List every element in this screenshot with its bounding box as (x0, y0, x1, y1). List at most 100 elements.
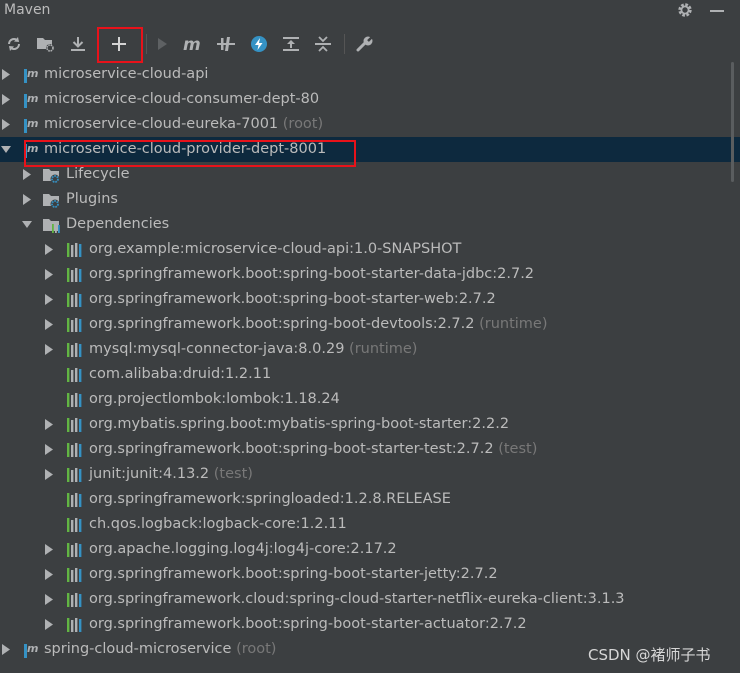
dependency-row[interactable]: ch.qos.logback:logback-core:1.2.11 (0, 512, 740, 537)
item-name: org.springframework.boot:spring-boot-sta… (89, 266, 535, 282)
gear-icon[interactable] (676, 1, 694, 19)
dependency-row[interactable]: org.example:microservice-cloud-api:1.0-S… (0, 237, 740, 262)
dependency-row[interactable]: org.mybatis.spring.boot:mybatis-spring-b… (0, 412, 740, 437)
library-icon (67, 443, 82, 457)
tree-item-label: org.apache.logging.log4j:log4j-core:2.17… (89, 537, 397, 562)
chevron-right-icon[interactable] (44, 319, 54, 330)
scope-label: (root) (236, 641, 277, 657)
chevron-right-icon[interactable] (44, 544, 54, 555)
tree-item-label: org.springframework.boot:spring-boot-sta… (89, 262, 534, 287)
svg-text:m: m (183, 35, 201, 53)
library-icon (67, 318, 82, 332)
library-icon (67, 468, 82, 482)
item-name: org.springframework.boot:spring-boot-sta… (89, 291, 496, 307)
chevron-right-icon[interactable] (44, 619, 54, 630)
dependency-row[interactable]: mysql:mysql-connector-java:8.0.29 (runti… (0, 337, 740, 362)
dependency-row[interactable]: org.springframework.boot:spring-boot-sta… (0, 612, 740, 637)
chevron-right-icon[interactable] (22, 194, 32, 205)
tree-item-label: org.springframework.boot:spring-boot-sta… (89, 287, 496, 312)
show-dependencies-button[interactable] (279, 32, 303, 56)
chevron-right-icon[interactable] (44, 344, 54, 355)
chevron-right-icon[interactable] (1, 644, 11, 655)
folder-row-lifecycle[interactable]: Lifecycle (0, 162, 740, 187)
toggle-offline-button[interactable] (214, 32, 238, 56)
library-icon (67, 618, 82, 632)
tree-item-label: org.example:microservice-cloud-api:1.0-S… (89, 237, 461, 262)
tree-item-label: spring-cloud-microservice (root) (44, 637, 276, 662)
dependency-row[interactable]: org.springframework.boot:spring-boot-sta… (0, 262, 740, 287)
chevron-right-icon[interactable] (44, 419, 54, 430)
maven-settings-button[interactable] (353, 32, 377, 56)
item-name: microservice-cloud-api (44, 66, 209, 82)
maven-module-icon: m (24, 117, 38, 133)
project-row[interactable]: m microservice-cloud-api (0, 62, 740, 87)
project-row[interactable]: m microservice-cloud-provider-dept-8001 (0, 137, 740, 162)
vertical-scrollbar[interactable] (731, 62, 734, 182)
tree-item-label: org.springframework.cloud:spring-cloud-s… (89, 587, 625, 612)
library-icon (67, 393, 82, 407)
dependency-row[interactable]: org.apache.logging.log4j:log4j-core:2.17… (0, 537, 740, 562)
scope-label: (test) (498, 441, 538, 457)
dependencies-folder-icon (43, 219, 60, 233)
run-icon (158, 38, 167, 50)
item-name: com.alibaba:druid:1.2.11 (89, 366, 272, 382)
generate-sources-icon (37, 38, 54, 52)
svg-text:m: m (27, 67, 38, 80)
item-name: Dependencies (66, 216, 170, 232)
chevron-right-icon[interactable] (1, 94, 11, 105)
dependency-row[interactable]: org.springframework.boot:spring-boot-dev… (0, 312, 740, 337)
toggle-offline-icon (217, 37, 235, 51)
reimport-icon (8, 37, 20, 51)
item-name: org.mybatis.spring.boot:mybatis-spring-b… (89, 416, 510, 432)
add-maven-project-button[interactable] (107, 32, 131, 56)
item-name: org.springframework:springloaded:1.2.8.R… (89, 491, 451, 507)
download-sources-button[interactable] (66, 32, 90, 56)
library-icon (67, 568, 82, 582)
folder-row-plugins[interactable]: Plugins (0, 187, 740, 212)
project-row[interactable]: m microservice-cloud-eureka-7001 (root) (0, 112, 740, 137)
item-name: microservice-cloud-provider-dept-8001 (44, 141, 327, 157)
dependency-row[interactable]: org.springframework.boot:spring-boot-sta… (0, 437, 740, 462)
chevron-right-icon[interactable] (44, 269, 54, 280)
chevron-right-icon[interactable] (44, 444, 54, 455)
generate-sources-button[interactable] (34, 32, 58, 56)
tree-item-label: microservice-cloud-provider-dept-8001 (44, 137, 326, 162)
library-icon (67, 293, 82, 307)
lifecycle-folder-icon (43, 169, 60, 184)
watermark: CSDN @褚师子书 (588, 646, 711, 664)
maven-projects-tree: m microservice-cloud-api m microservice-clo… (0, 62, 740, 673)
chevron-right-icon[interactable] (44, 469, 54, 480)
chevron-down-icon[interactable] (22, 219, 32, 230)
folder-row-depfolder[interactable]: Dependencies (0, 212, 740, 237)
project-row[interactable]: m microservice-cloud-consumer-dept-80 (0, 87, 740, 112)
dependency-row[interactable]: org.springframework:springloaded:1.2.8.R… (0, 487, 740, 512)
tree-item-label: com.alibaba:druid:1.2.11 (89, 362, 271, 387)
library-icon (67, 243, 82, 257)
reimport-button[interactable] (2, 32, 26, 56)
minimize-icon[interactable] (708, 3, 726, 19)
chevron-right-icon[interactable] (44, 569, 54, 580)
chevron-right-icon[interactable] (44, 294, 54, 305)
chevron-right-icon[interactable] (44, 594, 54, 605)
dependency-row[interactable]: org.springframework.boot:spring-boot-sta… (0, 562, 740, 587)
item-name: org.springframework.boot:spring-boot-sta… (89, 441, 494, 457)
collapse-all-button[interactable] (311, 32, 335, 56)
dependency-row[interactable]: org.springframework.boot:spring-boot-sta… (0, 287, 740, 312)
show-dependencies-icon (283, 37, 299, 51)
tree-item-label: microservice-cloud-consumer-dept-80 (44, 87, 319, 112)
chevron-right-icon[interactable] (44, 244, 54, 255)
tree-item-label: org.springframework.boot:spring-boot-sta… (89, 562, 498, 587)
dependency-row[interactable]: junit:junit:4.13.2 (test) (0, 462, 740, 487)
execute-goal-icon: m (183, 35, 201, 53)
library-icon (67, 593, 82, 607)
run-button[interactable] (150, 32, 174, 56)
dependency-row[interactable]: org.projectlombok:lombok:1.18.24 (0, 387, 740, 412)
dependency-row[interactable]: org.springframework.cloud:spring-cloud-s… (0, 587, 740, 612)
chevron-right-icon[interactable] (1, 119, 11, 130)
chevron-down-icon[interactable] (1, 144, 11, 155)
chevron-right-icon[interactable] (22, 169, 32, 180)
execute-goal-button[interactable]: m (182, 32, 206, 56)
dependency-row[interactable]: com.alibaba:druid:1.2.11 (0, 362, 740, 387)
chevron-right-icon[interactable] (1, 69, 11, 80)
skip-tests-button[interactable] (247, 32, 271, 56)
